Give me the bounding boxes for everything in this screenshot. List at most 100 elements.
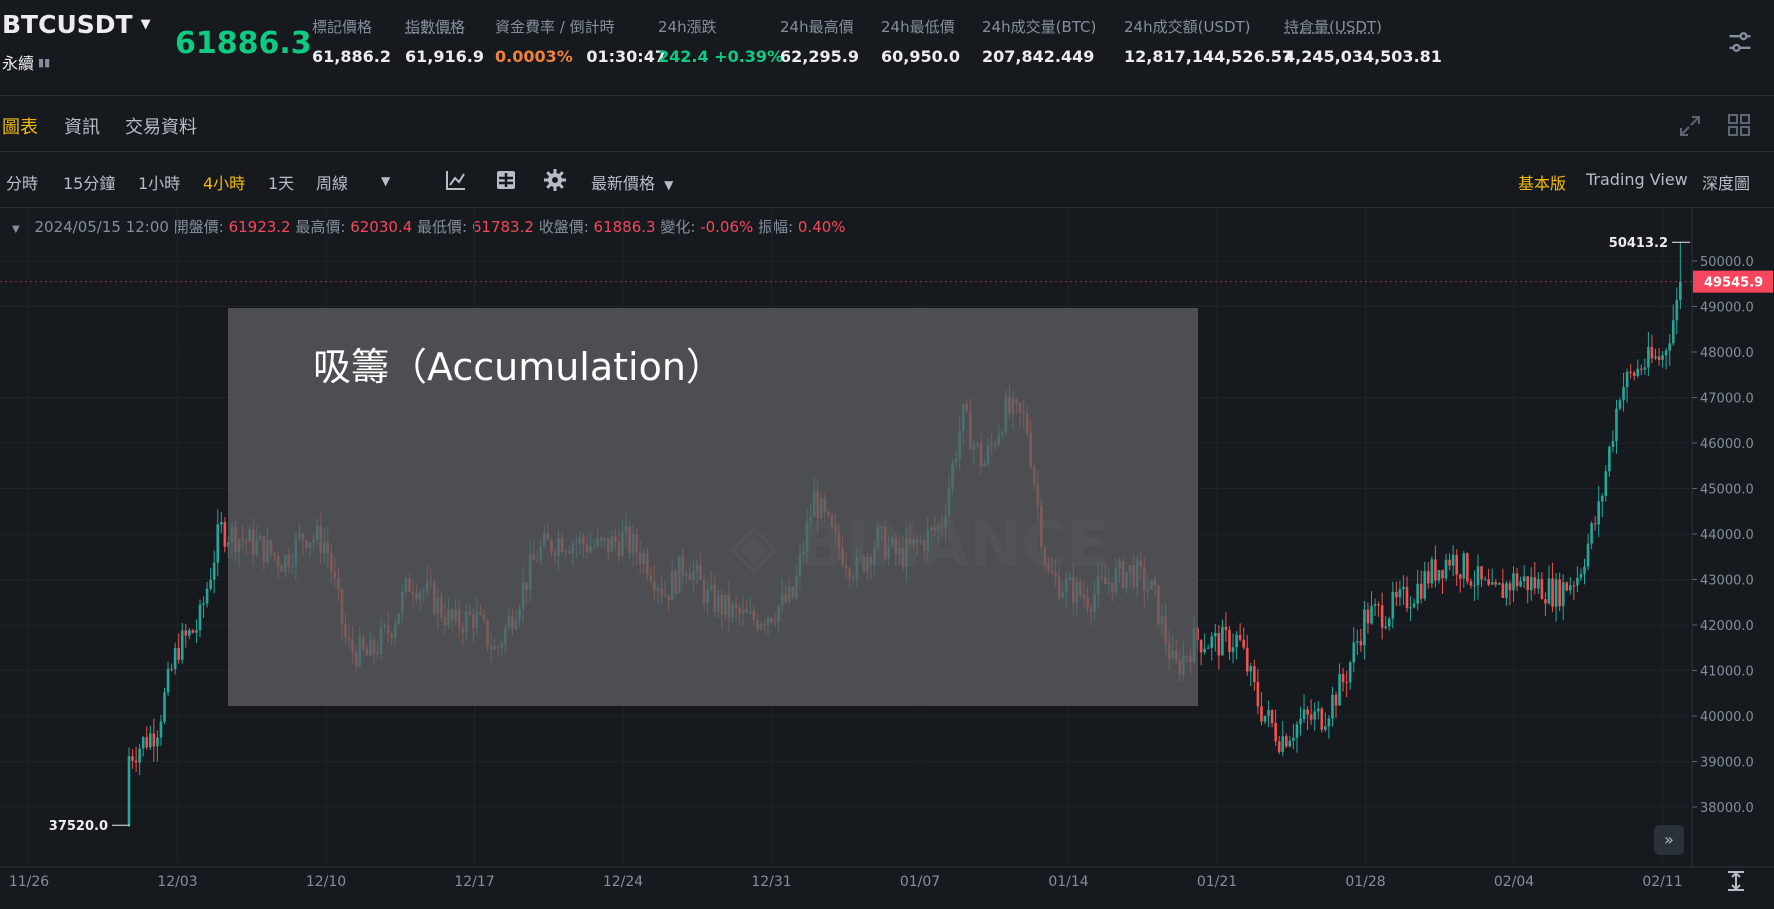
candle-up [1636, 368, 1640, 376]
candle-up [212, 562, 216, 580]
candle-down [1593, 523, 1597, 525]
expand-icon[interactable] [1678, 114, 1702, 138]
candle-up [1615, 408, 1618, 441]
candle-up [1608, 446, 1611, 472]
y-tick-label: 50000.0 [1700, 255, 1754, 270]
candle-down [152, 733, 156, 747]
candle-up [1214, 632, 1217, 637]
candle-down [1494, 582, 1498, 585]
timeframe-time[interactable]: 分時 [6, 170, 38, 194]
candle-up [1668, 343, 1671, 351]
max-price-label: 50413.2 [1609, 236, 1668, 251]
y-tick-label: 49000.0 [1700, 301, 1754, 316]
funding-countdown: 01:30:47 [586, 47, 666, 66]
tab-chart[interactable]: 圖表 [2, 113, 38, 139]
candle-up [1402, 586, 1405, 590]
candle-up [1295, 724, 1299, 738]
candle-down [1640, 368, 1643, 370]
layout-icon[interactable] [494, 168, 518, 192]
y-tick-label: 47000.0 [1700, 392, 1754, 407]
view-basic[interactable]: 基本版 [1518, 170, 1566, 194]
timeframe-4h[interactable]: 4小時 [203, 170, 245, 194]
stat-24h-volume-usdt: 24h成交額(USDT) 12,817,144,526.57 [1124, 18, 1294, 66]
symbol-name: BTCUSDT [2, 10, 133, 39]
sliders-icon[interactable] [1726, 28, 1754, 56]
y-tick-label: 43000.0 [1700, 574, 1754, 589]
timeframe-1h[interactable]: 1小時 [138, 170, 180, 194]
candle-down [1434, 559, 1437, 581]
candle-up [1292, 737, 1295, 741]
symbol-selector[interactable]: BTCUSDT ▼ [2, 10, 151, 39]
candle-down [1650, 346, 1654, 359]
tab-trading-data[interactable]: 交易資料 [125, 113, 197, 139]
bar-chart-icon: ▮▮ [38, 55, 51, 69]
candle-up [216, 524, 220, 563]
candle-up [1391, 591, 1395, 619]
candle-down [1242, 639, 1245, 648]
candlestick-chart[interactable]: 50000.0 49000.0 48000.0 47000.0 46000.0 45000… [0, 208, 1774, 909]
candle-up [1512, 573, 1515, 591]
candle-up [1664, 350, 1668, 356]
gear-icon[interactable] [543, 168, 567, 192]
candle-up [1324, 726, 1327, 730]
price-type-select[interactable]: 最新價格 ▼ [591, 170, 673, 194]
indicator-icon[interactable] [444, 168, 468, 192]
candle-up [1302, 709, 1306, 719]
candle-up [198, 604, 202, 631]
stat-24h-high: 24h最高價 62,295.9 [780, 18, 859, 66]
x-tick-label: 01/21 [1197, 874, 1237, 890]
candle-down [1224, 626, 1228, 630]
candle-down [1277, 741, 1281, 752]
candle-up [1338, 673, 1341, 706]
timeframe-15m[interactable]: 15分鐘 [63, 170, 115, 194]
candle-up [1622, 387, 1625, 401]
candle-up [1547, 578, 1551, 604]
accumulation-label: 吸籌（Accumulation） [313, 345, 724, 389]
candle-down [1238, 634, 1242, 640]
candle-up [1203, 648, 1206, 653]
candle-up [138, 748, 141, 763]
candle-up [1348, 662, 1352, 683]
stat-24h-change: 24h漲跌 242.4 +0.39% [658, 18, 784, 66]
candle-up [1412, 603, 1416, 608]
min-price-label: 37520.0 [49, 819, 108, 834]
stat-open-interest[interactable]: 持倉量(USDT) 4,245,034,503.81 [1284, 16, 1442, 66]
candle-down [1515, 573, 1519, 587]
more-timeframes-icon[interactable]: ▼ [381, 174, 390, 188]
candle-up [1267, 710, 1270, 716]
candle-down [1466, 553, 1469, 582]
grid-layout-icon[interactable] [1728, 114, 1750, 136]
candle-down [1632, 372, 1636, 376]
scroll-to-latest-button[interactable]: » [1654, 825, 1684, 855]
candle-up [156, 737, 159, 747]
timeframe-1w[interactable]: 周線 [316, 170, 348, 194]
candle-up [1675, 299, 1679, 321]
candle-up [1327, 718, 1331, 727]
reset-axis-icon[interactable] [1725, 870, 1747, 892]
x-tick-label: 12/24 [603, 874, 643, 890]
candle-down [1199, 640, 1203, 653]
stat-index-price[interactable]: 指數價格 61,916.9 [405, 16, 484, 66]
candle-down [184, 630, 188, 636]
view-tradingview[interactable]: Trading View [1586, 170, 1688, 189]
candle-down [1228, 629, 1231, 652]
candle-up [1263, 715, 1267, 722]
view-depth[interactable]: 深度圖 [1702, 170, 1750, 194]
timeframe-1d[interactable]: 1天 [268, 170, 294, 194]
candle-down [1544, 599, 1547, 604]
candle-up [1611, 440, 1615, 447]
tab-info[interactable]: 資訊 [64, 113, 100, 139]
candle-up [1561, 582, 1565, 607]
candle-up [1554, 579, 1558, 607]
candle-up [1519, 581, 1522, 587]
chart-tabs: 圖表 資訊 交易資料 [0, 96, 1774, 152]
candle-down [1270, 710, 1274, 724]
candle-up [1476, 566, 1480, 586]
candle-down [170, 668, 173, 670]
candle-up [1299, 718, 1302, 725]
y-tick-label: 38000.0 [1700, 801, 1754, 816]
stat-mark-price: 標記價格 61,886.2 [312, 18, 391, 66]
candle-down [131, 756, 134, 761]
candle-down [191, 630, 195, 633]
stat-funding-rate: 資金費率 / 倒計時 0.0003% 01:30:47 [495, 18, 666, 66]
